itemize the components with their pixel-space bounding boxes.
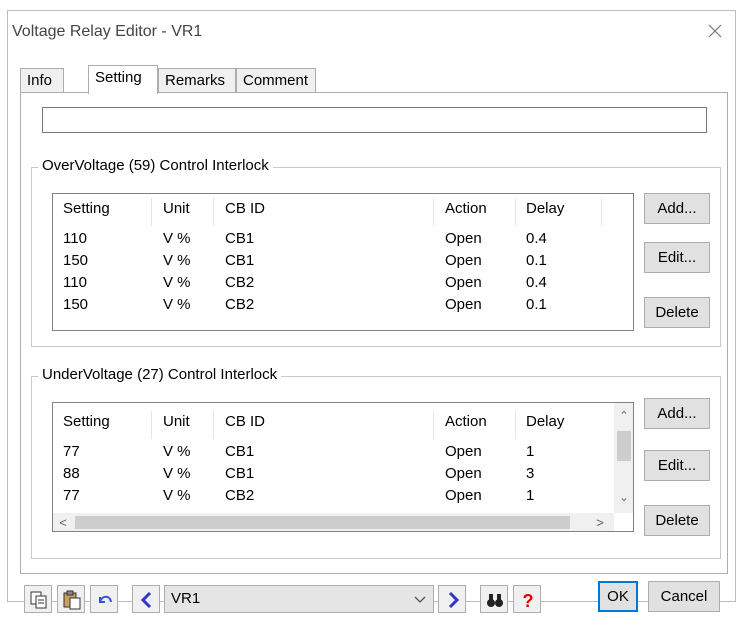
overvoltage-group: OverVoltage (59) Control Interlock Setti… <box>31 157 721 347</box>
overvoltage-group-title: OverVoltage (59) Control Interlock <box>38 157 273 174</box>
column-header-setting[interactable]: Setting <box>63 200 110 217</box>
paste-icon <box>63 590 81 610</box>
column-header-unit[interactable]: Unit <box>163 413 190 430</box>
column-header-action[interactable]: Action <box>445 200 487 217</box>
chevron-down-icon <box>414 596 426 603</box>
column-header-cbid[interactable]: CB ID <box>225 413 265 430</box>
title-bar: Voltage Relay Editor - VR1 <box>8 11 735 53</box>
find-button[interactable] <box>480 585 508 613</box>
vertical-scrollbar[interactable]: ⌃ ⌄ <box>614 403 633 513</box>
table-row[interactable]: 110 V % CB2 Open 0.4 <box>53 274 633 294</box>
double-chevron-left-icon <box>140 591 152 609</box>
vertical-scroll-thumb[interactable] <box>617 431 631 461</box>
overvoltage-list-header: Setting Unit CB ID Action Delay <box>53 198 633 226</box>
column-header-action[interactable]: Action <box>445 413 487 430</box>
double-chevron-right-icon <box>448 591 460 609</box>
ok-button[interactable]: OK <box>598 581 638 612</box>
undo-icon <box>99 595 112 603</box>
scroll-right-icon[interactable]: > <box>594 515 606 530</box>
window-title: Voltage Relay Editor - VR1 <box>12 23 203 40</box>
tab-comment[interactable]: Comment <box>236 68 316 93</box>
table-row[interactable]: 77 V % CB2 Open 1 <box>53 487 633 507</box>
scroll-up-icon[interactable]: ⌃ <box>614 409 633 422</box>
close-button[interactable] <box>701 17 729 45</box>
relay-selector-value: VR1 <box>171 590 201 607</box>
overvoltage-delete-button[interactable]: Delete <box>644 297 710 328</box>
dialog-window: Voltage Relay Editor - VR1 Info Setting … <box>7 10 736 613</box>
overvoltage-list[interactable]: Setting Unit CB ID Action Delay 110 V % … <box>52 193 634 331</box>
undervoltage-list-header: Setting Unit CB ID Action Delay <box>53 411 633 439</box>
binoculars-icon <box>487 594 503 607</box>
horizontal-scrollbar[interactable]: < > <box>53 513 614 531</box>
column-header-delay[interactable]: Delay <box>526 413 564 430</box>
table-row[interactable]: 150 V % CB1 Open 0.1 <box>53 252 633 272</box>
undervoltage-edit-button[interactable]: Edit... <box>644 450 710 481</box>
relay-selector[interactable]: VR1 <box>164 585 434 613</box>
setting-text-field[interactable] <box>42 107 707 133</box>
column-header-setting[interactable]: Setting <box>63 413 110 430</box>
table-row[interactable]: 150 V % CB2 Open 0.1 <box>53 296 633 316</box>
undo-button[interactable] <box>90 585 118 613</box>
close-icon <box>708 24 722 38</box>
next-relay-button[interactable] <box>438 585 466 613</box>
help-button[interactable]: ? <box>513 585 541 613</box>
scroll-down-icon[interactable]: ⌄ <box>614 491 633 504</box>
svg-text:?: ? <box>523 591 534 610</box>
copy-button[interactable] <box>24 585 52 613</box>
tab-remarks[interactable]: Remarks <box>158 68 236 93</box>
undervoltage-delete-button[interactable]: Delete <box>644 505 710 536</box>
previous-relay-button[interactable] <box>132 585 160 613</box>
cancel-button[interactable]: Cancel <box>648 581 720 612</box>
column-header-delay[interactable]: Delay <box>526 200 564 217</box>
table-row[interactable]: 77 V % CB1 Open 1 <box>53 443 633 463</box>
bottom-toolbar: VR1 ? OK Cancel <box>24 581 724 615</box>
overvoltage-edit-button[interactable]: Edit... <box>644 242 710 273</box>
column-header-unit[interactable]: Unit <box>163 200 190 217</box>
overvoltage-add-button[interactable]: Add... <box>644 193 710 224</box>
tab-info[interactable]: Info <box>20 68 64 93</box>
undervoltage-list[interactable]: Setting Unit CB ID Action Delay 77 V % C… <box>52 402 634 532</box>
horizontal-scroll-thumb[interactable] <box>75 516 570 529</box>
setting-tab-panel: OverVoltage (59) Control Interlock Setti… <box>20 92 728 574</box>
table-row[interactable]: 110 V % CB1 Open 0.4 <box>53 230 633 250</box>
undervoltage-add-button[interactable]: Add... <box>644 398 710 429</box>
column-header-cbid[interactable]: CB ID <box>225 200 265 217</box>
undervoltage-group-title: UnderVoltage (27) Control Interlock <box>38 366 282 383</box>
table-row[interactable]: 88 V % CB1 Open 3 <box>53 465 633 485</box>
paste-button[interactable] <box>57 585 85 613</box>
help-icon: ? <box>523 591 534 610</box>
copy-icon <box>30 591 47 609</box>
undervoltage-group: UnderVoltage (27) Control Interlock Sett… <box>31 366 721 559</box>
tab-setting[interactable]: Setting <box>88 65 158 94</box>
scroll-left-icon[interactable]: < <box>57 515 69 530</box>
